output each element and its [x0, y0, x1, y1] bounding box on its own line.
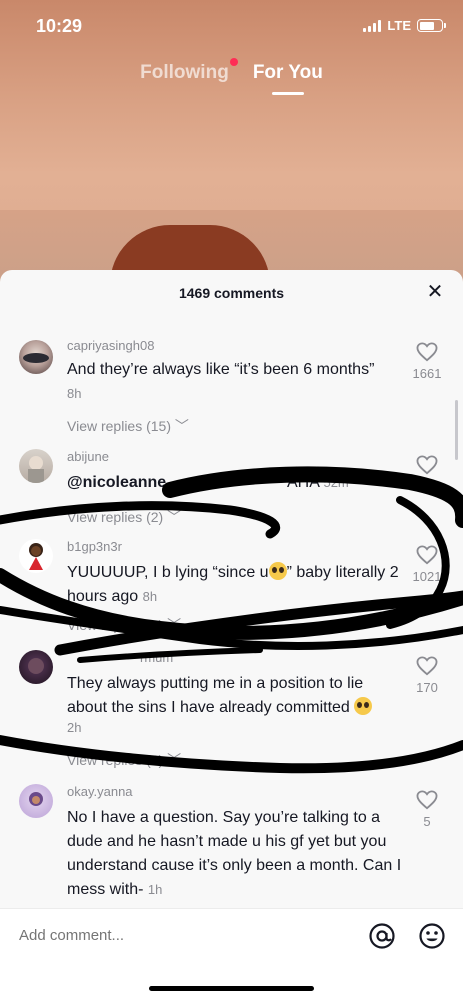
comment-time: 52m [323, 475, 349, 490]
pleading-emoji-icon [354, 697, 373, 715]
active-tab-indicator [271, 92, 304, 95]
comment-text: No I have a question. Say you’re talking… [67, 809, 402, 898]
comment-text: YUUUUUP, I b lying “since u” baby litera… [67, 562, 399, 605]
emoji-icon[interactable] [418, 922, 446, 950]
close-icon[interactable]: ✕ [425, 282, 445, 302]
notification-dot [229, 58, 238, 66]
like-button[interactable]: 1 [405, 455, 449, 494]
avatar[interactable] [19, 340, 53, 374]
status-indicators: LTE [363, 18, 446, 33]
like-button[interactable]: 170 [405, 656, 449, 695]
comment-text: They always putting me in a position to … [67, 672, 407, 720]
avatar[interactable] [19, 449, 53, 483]
chevron-down-icon: ﹀ [174, 418, 189, 434]
comment-text: @nicoleanne AHA 52m [67, 471, 407, 495]
comment-text: And they’re always like “it’s been 6 mon… [67, 361, 375, 378]
view-replies-button[interactable]: View replies (2) ﹀ [67, 750, 181, 770]
avatar[interactable] [19, 784, 53, 818]
comment-time: 1h [147, 882, 163, 897]
view-replies-button[interactable]: View replies (15) ﹀ [67, 416, 189, 436]
like-count: 170 [416, 680, 438, 695]
comments-scrollbar[interactable] [455, 400, 458, 460]
view-replies-label: View replies (9) [67, 617, 164, 633]
avatar-image [29, 543, 43, 570]
view-replies-label: View replies (2) [67, 752, 164, 768]
heart-icon [416, 545, 438, 565]
like-button[interactable]: 1021 [405, 545, 449, 584]
avatar-image [28, 658, 44, 674]
heart-icon [416, 342, 438, 362]
comment-text-tail: AHA 52m [287, 474, 349, 491]
like-button[interactable]: 5 [405, 790, 449, 829]
avatar[interactable] [19, 650, 53, 684]
avatar-image [28, 456, 44, 483]
like-count: 1661 [412, 366, 442, 381]
pleading-emoji-icon [268, 562, 287, 580]
feed-tabs: Following For You [0, 58, 463, 95]
avatar-image [23, 353, 49, 363]
comment-mention[interactable]: @nicoleanne [67, 474, 166, 491]
heart-icon [416, 656, 438, 676]
view-replies-button[interactable]: View replies (2) ﹀ [67, 507, 181, 527]
chevron-down-icon: ﹀ [167, 752, 182, 768]
comment-time: 2h [67, 720, 82, 735]
tab-for-you[interactable]: For You [252, 62, 323, 95]
comment-username[interactable]: okay.yanna [67, 784, 133, 799]
signal-icon [363, 19, 382, 32]
comments-header: 1469 comments ✕ [0, 270, 463, 316]
tab-following[interactable]: Following [140, 58, 238, 84]
heart-icon [416, 790, 438, 810]
status-time: 10:29 [36, 16, 83, 36]
at-icon[interactable] [368, 922, 396, 950]
status-bar: 10:29 LTE [0, 0, 463, 54]
chevron-down-icon: ﹀ [167, 509, 182, 525]
heart-icon [416, 455, 438, 475]
comment-username[interactable]: rmum [140, 650, 173, 665]
avatar-image [29, 792, 43, 806]
comment-username[interactable]: capriyasingh08 [67, 338, 154, 353]
like-button[interactable]: 1661 [405, 342, 449, 381]
tab-for-you-label: For You [252, 62, 323, 83]
view-replies-button[interactable]: View replies (9) ﹀ [67, 615, 181, 635]
avatar[interactable] [19, 539, 53, 573]
comment-time: 8h [67, 386, 82, 401]
view-replies-label: View replies (15) [67, 418, 172, 434]
comment-username[interactable]: abijune [67, 449, 109, 464]
like-count: 1 [423, 479, 431, 494]
battery-icon [417, 19, 446, 32]
comments-count-title: 1469 comments [178, 285, 285, 301]
view-replies-label: View replies (2) [67, 509, 164, 525]
tab-following-label: Following [140, 62, 229, 83]
network-label: LTE [387, 18, 411, 33]
comment-time: 8h [142, 589, 158, 604]
like-count: 5 [423, 814, 431, 829]
add-comment-input[interactable] [19, 927, 339, 944]
like-count: 1021 [412, 569, 442, 584]
chevron-down-icon: ﹀ [167, 617, 182, 633]
home-indicator[interactable] [149, 986, 314, 991]
comment-username[interactable]: b1gp3n3r [67, 539, 122, 554]
